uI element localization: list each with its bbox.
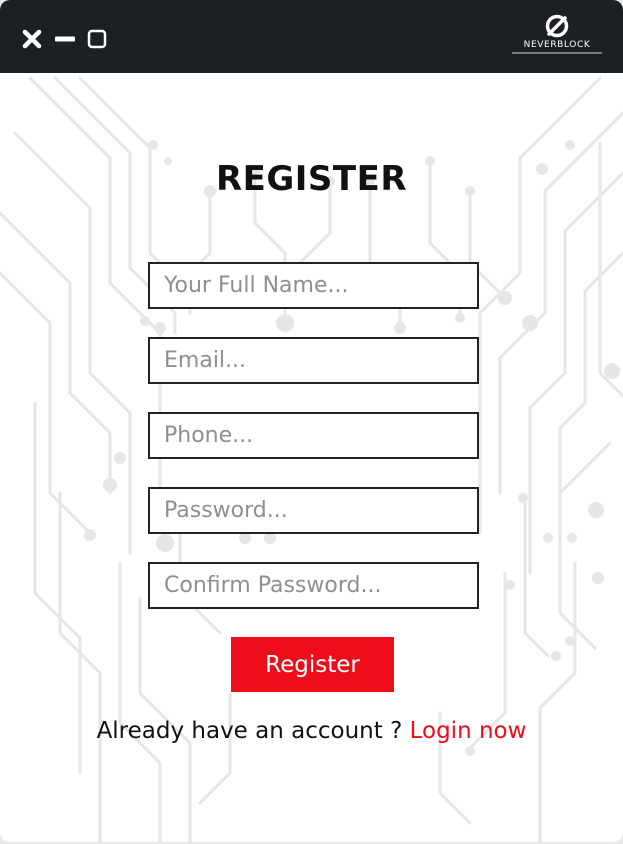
login-now-link[interactable]: Login now xyxy=(410,718,527,744)
login-prompt-text: Already have an account ? xyxy=(96,718,410,744)
close-icon[interactable] xyxy=(22,29,42,49)
minimize-icon[interactable] xyxy=(55,35,75,43)
register-form: REGISTER Register Already have an accoun… xyxy=(0,73,623,842)
register-button[interactable]: Register xyxy=(231,637,394,692)
brand-logo: NEVERBLOCK xyxy=(507,13,607,59)
confirm-password-input[interactable] xyxy=(148,562,479,609)
email-input[interactable] xyxy=(148,337,479,384)
maximize-icon[interactable] xyxy=(86,28,108,50)
phone-input[interactable] xyxy=(148,412,479,459)
neverblock-logo-icon xyxy=(545,14,569,38)
brand-name: NEVERBLOCK xyxy=(523,40,591,50)
brand-tagline xyxy=(512,52,602,54)
login-prompt: Already have an account ? Login now xyxy=(0,718,623,744)
app-window: NEVERBLOCK REGISTER Your Full Name... Em… xyxy=(0,0,623,842)
title-bar: NEVERBLOCK xyxy=(0,0,623,73)
page-title: REGISTER xyxy=(215,159,408,199)
full-name-input[interactable] xyxy=(148,262,479,309)
password-input[interactable] xyxy=(148,487,479,534)
